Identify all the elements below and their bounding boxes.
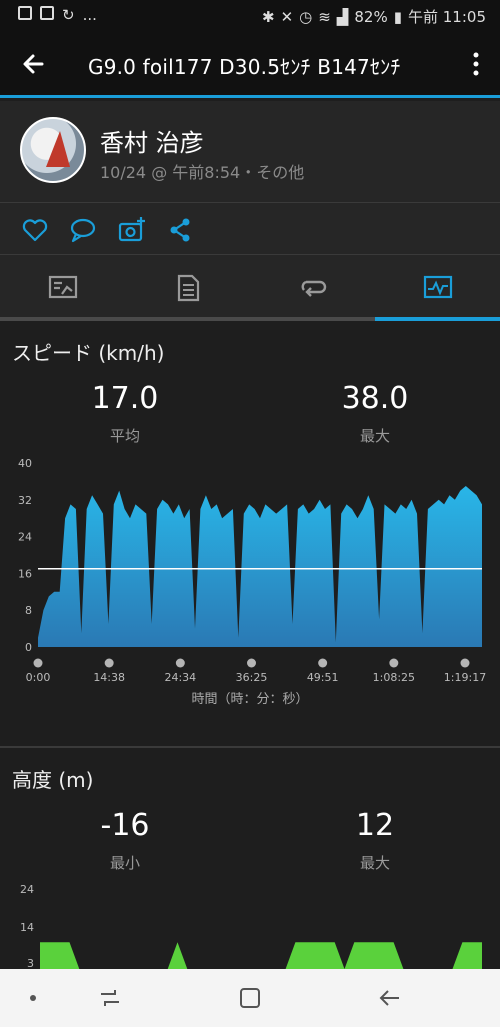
details-icon (177, 274, 200, 302)
x-tick-label: 14:38 (93, 671, 125, 684)
more-options-icon[interactable] (466, 49, 486, 79)
y-tick-label: 24 (20, 883, 34, 896)
altitude-title: 高度 (m) (12, 768, 94, 792)
y-tick-label: 0 (25, 641, 32, 654)
x-tick-marker (104, 658, 114, 668)
x-tick-marker (389, 658, 399, 668)
user-name[interactable]: 香村 治彦 (100, 123, 204, 158)
x-tick-label: 1:08:25 (373, 671, 415, 684)
share-icon[interactable] (166, 215, 196, 245)
image-icon (18, 6, 32, 20)
sync-icon: ↻ (62, 6, 75, 24)
x-tick-label: 1:19:17 (444, 671, 486, 684)
battery-percent: 82% (354, 7, 388, 26)
altitude-max-label: 最大 (359, 854, 390, 872)
laps-icon (301, 280, 327, 297)
speed-avg-value: 17.0 (91, 381, 159, 416)
charts-icon (423, 275, 453, 299)
y-tick-label: 40 (18, 457, 32, 470)
x-tick-label: 24:34 (164, 671, 196, 684)
altitude-min-value: -16 (100, 808, 150, 843)
home-icon[interactable] (235, 983, 265, 1013)
status-ellipsis: ... (82, 6, 97, 24)
x-tick-label: 49:51 (307, 671, 339, 684)
altitude-max-value: 12 (355, 808, 395, 843)
x-tick-marker (247, 658, 256, 668)
mute-icon: ✕ (280, 7, 294, 26)
speed-title: スピード (km/h) (12, 341, 165, 365)
nav-dot-icon[interactable] (18, 983, 48, 1013)
x-tick-marker (175, 658, 185, 668)
action-bar (0, 203, 500, 255)
speed-max-value: 38.0 (341, 381, 409, 416)
windsurf-photo (46, 131, 70, 167)
system-nav-bar (0, 969, 500, 1027)
speed-series-area (38, 486, 482, 647)
speed-chart[interactable]: 0 8 16 24 32 40 0:00 14:38 24:34 36:25 49:51 1:08:2… (0, 449, 500, 709)
bluetooth-icon: ✱ (262, 7, 275, 26)
tab-details[interactable] (125, 255, 250, 321)
x-tick-label: 36:25 (236, 671, 268, 684)
altitude-chart[interactable]: 3 14 24 (0, 878, 500, 969)
tab-bar (0, 255, 500, 321)
profile-header: 香村 治彦 10/24 @ 午前8:54・その他 (0, 101, 500, 203)
x-tick-marker (33, 658, 43, 668)
like-icon[interactable] (20, 215, 50, 245)
y-tick-label: 24 (18, 531, 32, 544)
activity-meta: 10/24 @ 午前8:54・その他 (100, 163, 305, 182)
battery-icon: ▮ (393, 7, 402, 26)
x-tick-marker (460, 658, 470, 668)
nav-back-icon[interactable] (375, 983, 405, 1013)
y-tick-label: 8 (25, 604, 32, 617)
clock: 午前 11:05 (408, 8, 486, 26)
comment-icon[interactable] (68, 215, 98, 245)
alarm-icon: ◷ (299, 7, 313, 26)
altitude-series-area (40, 942, 482, 969)
speed-x-axis-label: 時間（時：分：秒） (191, 692, 309, 707)
tab-summary[interactable] (0, 255, 125, 321)
status-bar: ↻ ... ✱ ✕ ◷ ≋ ▟ 82% ▮ 午前 11:05 (0, 0, 500, 32)
signal-icon: ▟ (336, 7, 349, 26)
avatar[interactable] (20, 117, 86, 183)
speed-avg-label: 平均 (109, 427, 140, 445)
y-tick-label: 32 (18, 494, 32, 507)
altitude-min-label: 最小 (109, 854, 140, 872)
wifi-icon: ≋ (318, 7, 331, 26)
tab-laps[interactable] (250, 255, 375, 321)
app-bar: G9.0 foil177 D30.5ｾﾝﾁ B147ｾﾝﾁ (0, 32, 500, 98)
back-arrow-icon[interactable] (18, 46, 54, 82)
y-tick-label: 16 (18, 567, 32, 580)
summary-icon (48, 275, 78, 299)
speed-max-label: 最大 (359, 427, 390, 445)
x-tick-marker (318, 658, 328, 668)
add-photo-icon[interactable] (117, 215, 147, 245)
recent-apps-icon[interactable] (95, 983, 125, 1013)
tab-charts[interactable] (375, 255, 500, 321)
activity-title: G9.0 foil177 D30.5ｾﾝﾁ B147ｾﾝﾁ (88, 55, 401, 79)
speed-section: スピード (km/h) 17.0 平均 38.0 最大 0 8 16 24 32 40 0:… (0, 321, 500, 746)
x-tick-label: 0:00 (26, 671, 51, 684)
y-tick-label: 14 (20, 921, 34, 934)
bus-icon (40, 6, 54, 20)
altitude-section: 高度 (m) -16 最小 12 最大 3 14 24 (0, 748, 500, 969)
y-tick-label: 3 (27, 957, 34, 969)
